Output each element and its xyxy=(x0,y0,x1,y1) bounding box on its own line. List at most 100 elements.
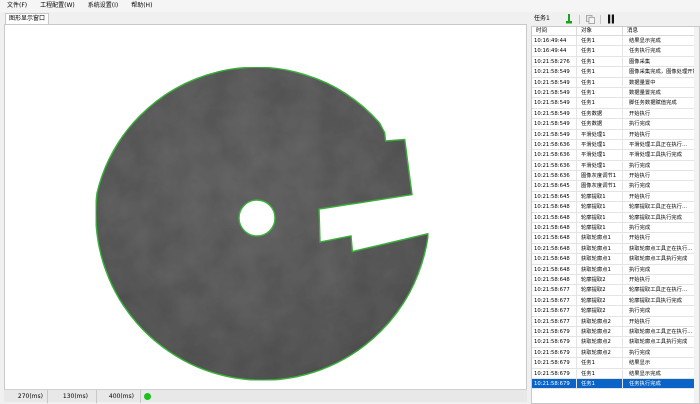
table-row[interactable]: 10:21:58:636 平滑处理1 平滑处理工具执行完成 xyxy=(532,150,699,161)
log-object-cell: 获取轮廓点1 xyxy=(577,254,623,264)
log-object-cell: 任务1 xyxy=(577,368,623,378)
log-object-cell: 任务1 xyxy=(577,36,623,46)
table-row[interactable]: 10:21:58:549 任务1 图像采集完成，图像处理开始 xyxy=(532,67,699,78)
log-object-cell: 任务1 xyxy=(577,358,623,368)
header-message[interactable]: 消息 xyxy=(623,27,699,35)
log-time-cell: 10:21:58:648 xyxy=(532,264,577,274)
log-time-cell: 10:21:58:677 xyxy=(532,316,577,326)
log-message-cell: 数据量置完成 xyxy=(629,89,661,96)
table-row[interactable]: 10:21:58:679 任务1 结果显示完成 xyxy=(532,368,699,379)
table-row[interactable]: 10:21:58:549 任务数据 开始执行 xyxy=(532,108,699,120)
log-time-cell: 10:21:58:677 xyxy=(532,285,577,295)
log-object-cell: 平滑处理1 xyxy=(577,150,623,160)
table-row[interactable]: 10:21:58:549 任务1 脚任务数据赋值完成 xyxy=(532,98,699,109)
header-object[interactable]: 对象 xyxy=(577,27,623,35)
log-time-cell: 10:21:58:549 xyxy=(532,119,577,129)
log-time-cell: 10:21:58:549 xyxy=(532,77,577,87)
table-row[interactable]: 10:21:58:648 获取轮廓点1 开始执行 xyxy=(532,233,699,244)
log-object-cell: 轮廓提取1 xyxy=(577,223,623,233)
tab-graphics-display[interactable]: 图形显示窗口 xyxy=(5,13,50,24)
table-row[interactable]: 10:21:58:636 图像灰度调节1 开始执行 xyxy=(532,171,699,182)
table-row[interactable]: 10:21:58:549 平滑处理1 开始执行 xyxy=(532,129,699,140)
log-time-cell: 10:21:58:636 xyxy=(532,139,577,150)
toolbar-divider xyxy=(579,14,580,24)
table-row[interactable]: 10:21:58:549 任务1 数据量置中 xyxy=(532,77,699,88)
table-row[interactable]: 10:16:49:44 任务1 结果显示完成 xyxy=(532,36,699,47)
log-time-cell: 10:21:58:677 xyxy=(532,306,577,316)
table-row[interactable]: 10:21:58:549 任务1 数据量置完成 xyxy=(532,87,699,99)
log-object-cell: 获取轮廓点2 xyxy=(577,337,623,347)
log-object-cell: 任务1 xyxy=(577,98,623,108)
log-time-cell: 10:21:58:679 xyxy=(532,337,577,347)
table-row[interactable]: 10:21:58:679 任务1 任务执行完成 xyxy=(532,378,699,390)
log-time-cell: 10:21:58:679 xyxy=(532,378,577,389)
table-row[interactable]: 10:21:58:636 平滑处理1 平滑处理工具正在执行... xyxy=(532,139,699,151)
log-message-cell: 执行完成 xyxy=(629,121,651,128)
status-bar: 270(ms) 130(ms) 400(ms) xyxy=(4,389,527,403)
log-message-cell: 图像采集 xyxy=(629,58,651,65)
table-row[interactable]: 10:21:58:648 获取轮廓点1 获取轮廓点工具执行完成 xyxy=(532,254,699,265)
table-row[interactable]: 10:21:58:645 轮廓提取1 开始执行 xyxy=(532,191,699,203)
graphics-panel: 图形显示窗口 270(ms) 130(ms) 400(ms) xyxy=(4,13,527,403)
table-row[interactable]: 10:21:58:679 获取轮廓点2 执行完成 xyxy=(532,347,699,359)
disc-contour xyxy=(95,66,430,381)
log-time-cell: 10:21:58:636 xyxy=(532,171,577,181)
table-row[interactable]: 10:21:58:549 任务数据 执行完成 xyxy=(532,119,699,130)
log-table-header: 时间 对象 消息 xyxy=(532,27,699,36)
status-time-2: 130(ms) xyxy=(48,389,97,403)
log-message-cell: 开始执行 xyxy=(629,276,651,283)
copy-button[interactable] xyxy=(582,14,598,25)
table-row[interactable]: 10:21:58:648 轮廓提取1 轮廓提取工具执行完成 xyxy=(532,212,699,224)
log-object-cell: 任务1 xyxy=(577,87,623,98)
log-time-cell: 10:21:58:648 xyxy=(532,223,577,233)
menu-system-settings[interactable]: 系统设置(I) xyxy=(81,0,124,12)
log-object-cell: 获取轮廓点2 xyxy=(577,326,623,337)
pause-button[interactable] xyxy=(603,14,619,25)
image-canvas[interactable] xyxy=(4,24,527,400)
log-message-cell: 获取轮廓点工具执行完成 xyxy=(629,339,688,346)
task-log-panel: 任务1 时间 对象 消息 10:16:49:44 任务1 结果显示完成 10:1… xyxy=(531,13,700,404)
menu-bar: 文件(F) 工程配置(W) 系统设置(I) 帮助(H) xyxy=(0,0,700,12)
log-object-cell: 图像灰度调节1 xyxy=(577,181,623,191)
table-row[interactable]: 10:21:58:677 轮廓提取2 轮廓提取工具正在执行... xyxy=(532,285,699,296)
log-object-cell: 获取轮廓点2 xyxy=(577,347,623,358)
log-table[interactable]: 时间 对象 消息 10:16:49:44 任务1 结果显示完成 10:16:49:44… xyxy=(531,26,700,404)
table-row[interactable]: 10:21:58:648 获取轮廓点1 执行完成 xyxy=(532,264,699,275)
log-time-cell: 10:21:58:276 xyxy=(532,56,577,67)
log-message-cell: 结果显示完成 xyxy=(629,370,661,377)
log-object-cell: 任务1 xyxy=(577,46,623,56)
run-button[interactable] xyxy=(561,14,577,25)
table-row[interactable]: 10:21:58:648 轮廓提取1 轮廓提取工具正在执行... xyxy=(532,202,699,213)
table-row[interactable]: 10:16:49:44 任务1 任务执行完成 xyxy=(532,46,699,57)
log-message-cell: 数据量置中 xyxy=(629,79,656,86)
log-message-cell: 执行完成 xyxy=(629,183,651,190)
table-row[interactable]: 10:21:58:679 获取轮廓点2 获取轮廓点工具正在执行... xyxy=(532,326,699,338)
log-scrollbar[interactable] xyxy=(694,27,699,403)
menu-project-config[interactable]: 工程配置(W) xyxy=(33,0,81,12)
log-time-cell: 10:21:58:549 xyxy=(532,108,577,119)
log-time-cell: 10:21:58:645 xyxy=(532,181,577,191)
table-row[interactable]: 10:21:58:677 轮廓提取2 轮廓提取工具执行完成 xyxy=(532,295,699,307)
table-row[interactable]: 10:21:58:679 获取轮廓点2 获取轮廓点工具执行完成 xyxy=(532,337,699,348)
log-time-cell: 10:21:58:679 xyxy=(532,347,577,358)
table-row[interactable]: 10:21:58:648 轮廓提取2 开始执行 xyxy=(532,274,699,286)
table-row[interactable]: 10:21:58:276 任务1 图像采集 xyxy=(532,56,699,68)
menu-file[interactable]: 文件(F) xyxy=(0,0,33,12)
log-object-cell: 轮廓提取2 xyxy=(577,306,623,316)
table-row[interactable]: 10:21:58:648 轮廓提取1 执行完成 xyxy=(532,223,699,234)
log-message-cell: 脚任务数据赋值完成 xyxy=(629,100,677,107)
table-row[interactable]: 10:21:58:677 轮廓提取2 执行完成 xyxy=(532,306,699,317)
log-object-cell: 图像灰度调节1 xyxy=(577,171,623,181)
log-rows: 10:16:49:44 任务1 结果显示完成 10:16:49:44 任务1 任务执行完成… xyxy=(532,36,699,390)
table-row[interactable]: 10:21:58:648 获取轮廓点1 获取轮廓点工具正在执行... xyxy=(532,243,699,255)
header-time[interactable]: 时间 xyxy=(532,27,577,35)
log-object-cell: 轮廓提取1 xyxy=(577,202,623,212)
log-time-cell: 10:21:58:677 xyxy=(532,295,577,306)
table-row[interactable]: 10:21:58:645 图像灰度调节1 执行完成 xyxy=(532,181,699,192)
log-time-cell: 10:21:58:679 xyxy=(532,368,577,378)
table-row[interactable]: 10:21:58:636 平滑处理1 执行完成 xyxy=(532,160,699,172)
log-time-cell: 10:16:49:44 xyxy=(532,46,577,56)
table-row[interactable]: 10:21:58:679 任务1 结果显示 xyxy=(532,358,699,369)
menu-help[interactable]: 帮助(H) xyxy=(124,0,158,12)
table-row[interactable]: 10:21:58:677 获取轮廓点2 开始执行 xyxy=(532,316,699,327)
